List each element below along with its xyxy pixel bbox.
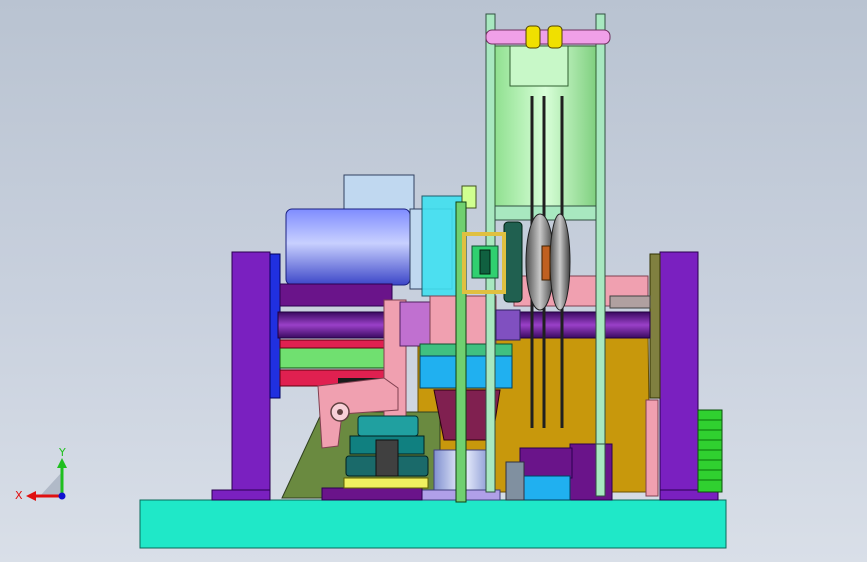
y-axis-arrowhead bbox=[57, 458, 67, 468]
cad-viewport[interactable]: Y X bbox=[0, 0, 867, 562]
x-axis-label: X bbox=[15, 489, 23, 502]
x-axis-arrowhead bbox=[26, 491, 36, 501]
y-axis-label: Y bbox=[58, 446, 66, 459]
z-axis-dot bbox=[58, 492, 66, 500]
triad-plane-shadow bbox=[40, 472, 62, 496]
coordinate-triad: Y X bbox=[15, 446, 67, 502]
